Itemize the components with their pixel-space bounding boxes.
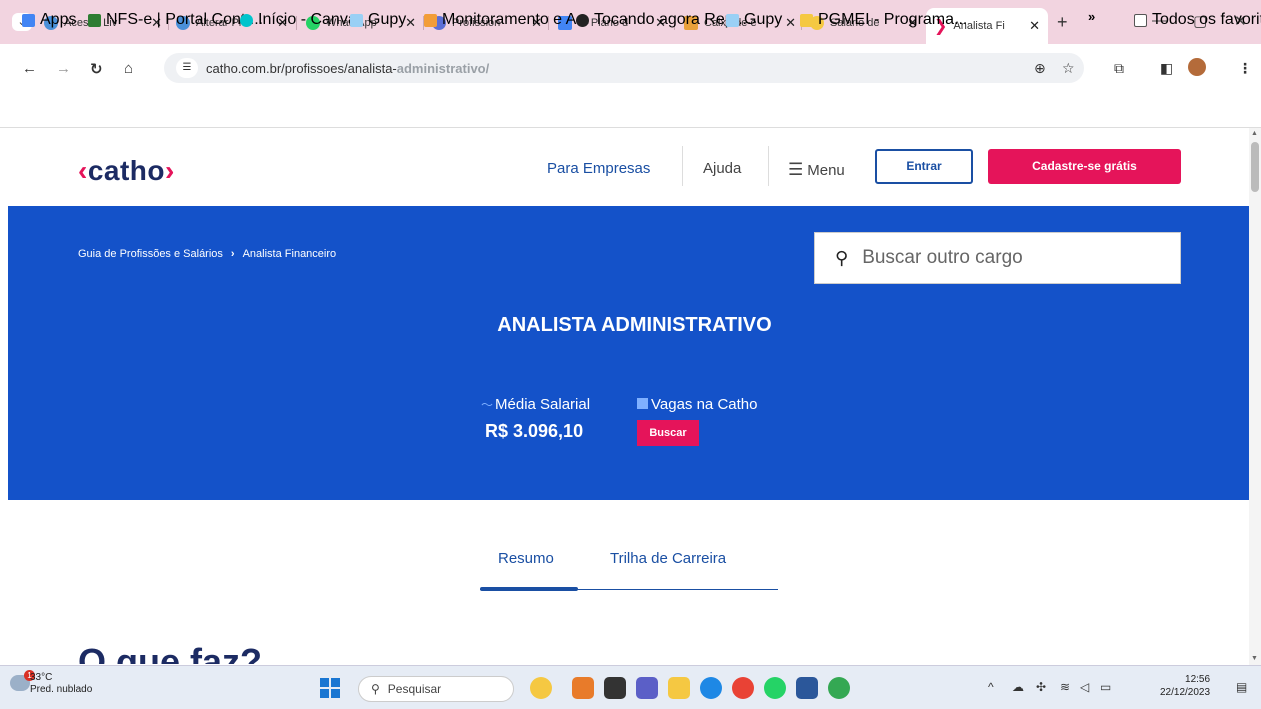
monitoring-icon	[424, 13, 437, 27]
file-explorer-icon[interactable]	[668, 677, 690, 699]
zoom-icon[interactable]: ⊕	[1034, 60, 1046, 77]
reload-icon[interactable]: ↻	[90, 60, 103, 78]
side-panel-icon[interactable]: ◧	[1160, 60, 1173, 77]
buscar-vagas-button[interactable]: Buscar	[637, 420, 699, 446]
site-info-icon[interactable]: ☰	[176, 58, 198, 78]
hamburger-icon: ☰	[788, 160, 804, 179]
salary-value: R$ 3.096,10	[485, 421, 584, 441]
bookmark-star-icon[interactable]: ☆	[1062, 60, 1075, 77]
breadcrumb-root-link[interactable]: Guia de Profissões e Salários	[78, 248, 223, 260]
catho-logo[interactable]: ‹catho›	[78, 155, 175, 187]
para-empresas-link[interactable]: Para Empresas	[547, 160, 650, 177]
chrome-icon[interactable]	[732, 677, 754, 699]
onedrive-icon[interactable]: ☁	[1012, 680, 1024, 694]
tab-close-icon[interactable]: ✕	[405, 15, 416, 31]
taskbar-clock[interactable]: 12:56 22/12/2023	[1160, 673, 1210, 699]
entrar-button[interactable]: Entrar	[875, 149, 973, 184]
breadcrumb-current: Analista Financeiro	[242, 248, 337, 260]
scroll-thumb[interactable]	[1251, 142, 1259, 192]
chrome-profile-icon[interactable]	[828, 677, 850, 699]
taskbar-app-icon[interactable]	[572, 677, 594, 699]
notifications-icon[interactable]: ▤	[1236, 680, 1247, 694]
section-title: O que faz?	[78, 641, 263, 664]
scroll-down-icon[interactable]: ▼	[1251, 655, 1258, 662]
new-tab-button[interactable]: +	[1057, 12, 1068, 33]
bookmarks-overflow-icon[interactable]: »	[1088, 9, 1095, 24]
canva-icon	[240, 13, 253, 27]
pgmei-icon	[800, 13, 813, 27]
gupy-icon	[726, 13, 739, 27]
cadastre-button[interactable]: Cadastre-se grátis	[988, 149, 1181, 184]
bookmark-item[interactable]: NFS-e | Portal Contr...	[88, 11, 263, 29]
volume-icon[interactable]: ◁	[1080, 680, 1089, 694]
taskbar-app-icon[interactable]	[530, 677, 552, 699]
teams-icon[interactable]	[636, 677, 658, 699]
battery-icon[interactable]: ▭	[1100, 680, 1111, 694]
show-hidden-icons[interactable]: ^	[988, 680, 994, 694]
breadcrumb: Guia de Profissões e Salários › Analista F…	[78, 248, 336, 260]
profile-avatar[interactable]	[1188, 58, 1206, 76]
menu-button[interactable]: ☰ Menu	[788, 160, 845, 180]
windows-taskbar	[0, 665, 1261, 709]
tab-close-icon[interactable]: ✕	[1029, 18, 1040, 34]
bookmark-item[interactable]: Início - Canva	[240, 11, 357, 29]
page-title: ANALISTA ADMINISTRATIVO	[497, 314, 772, 336]
weather-widget[interactable]: 33°C Pred. nublado	[30, 672, 92, 696]
scroll-up-icon[interactable]: ▲	[1251, 130, 1258, 137]
app-tray-icon[interactable]: ✣	[1036, 680, 1046, 694]
word-icon[interactable]	[796, 677, 818, 699]
tab-trilha-carreira[interactable]: Trilha de Carreira	[610, 550, 726, 567]
home-icon[interactable]: ⌂	[124, 60, 133, 77]
bookmarks-bar	[0, 92, 1261, 128]
tab-resumo[interactable]: Resumo	[498, 550, 554, 567]
apps-grid-icon	[22, 13, 35, 27]
bookmark-item[interactable]: Gupy	[726, 11, 782, 29]
bookmark-item[interactable]: PGMEI - Programa...	[800, 11, 967, 29]
tab-close-icon[interactable]: ✕	[785, 15, 796, 31]
trend-icon: 〜	[481, 398, 494, 412]
content-tabs: Resumo Trilha de Carreira	[480, 538, 778, 591]
taskbar-app-icon[interactable]	[604, 677, 626, 699]
nfse-icon	[88, 13, 101, 27]
ajuda-link[interactable]: Ajuda	[703, 160, 741, 177]
more-menu-icon[interactable]: ⋮	[1238, 60, 1252, 77]
folder-icon	[1134, 13, 1147, 27]
search-icon: ⚲	[835, 247, 849, 268]
all-favorites[interactable]: Todos os favoritos	[1134, 11, 1261, 29]
forward-icon[interactable]: →	[56, 60, 71, 77]
url-bar[interactable]: ☰ catho.com.br/profissoes/analista-admin…	[164, 53, 1084, 83]
windows-start-icon[interactable]	[320, 678, 340, 698]
edge-icon[interactable]	[700, 677, 722, 699]
wifi-icon[interactable]: ≋	[1060, 680, 1070, 694]
music-icon	[576, 13, 589, 27]
bookmark-item[interactable]: Monitoramento e A...	[424, 11, 590, 29]
taskbar-search[interactable]: ⚲ Pesquisar	[358, 676, 514, 702]
vagas-label: Vagas na Catho	[637, 396, 757, 413]
breadcrumb-separator-icon: ›	[230, 248, 235, 260]
salary-label: 〜 Média Salarial	[481, 396, 591, 413]
bookmark-item[interactable]: Gupy	[350, 11, 406, 29]
extensions-icon[interactable]: ⧉	[1114, 60, 1124, 77]
jobs-icon	[637, 398, 648, 409]
search-input[interactable]: ⚲ Buscar outro cargo	[814, 232, 1181, 284]
active-tab-indicator	[480, 587, 578, 591]
whatsapp-icon[interactable]	[764, 677, 786, 699]
search-icon: ⚲	[371, 682, 380, 696]
page-scrollbar[interactable]	[1249, 128, 1261, 665]
bookmark-apps[interactable]: Apps	[22, 11, 76, 29]
back-icon[interactable]: ←	[22, 60, 37, 77]
gupy-icon	[350, 13, 363, 27]
